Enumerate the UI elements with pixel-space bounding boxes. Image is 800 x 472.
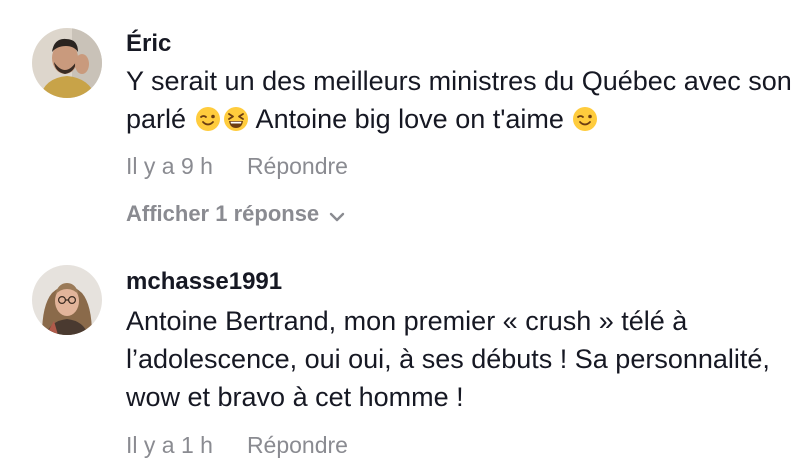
avatar[interactable] [32,28,102,98]
comment-text-part: Antoine big love on t'aime [249,104,572,134]
comment-item: mchasse1991 Antoine Bertrand, mon premie… [0,240,800,472]
comment-text: Antoine Bertrand, mon premier « crush » … [126,306,770,412]
view-replies-button[interactable]: Afficher 1 réponse [126,201,345,228]
comment-meta: Il y a 1 h Répondre [126,432,348,459]
winking-face-emoji [195,106,221,132]
reply-button[interactable]: Répondre [247,432,348,458]
chevron-down-icon [329,202,345,228]
comment-time: Il y a 1 h [126,432,213,458]
reply-button[interactable]: Répondre [247,153,348,179]
avatar[interactable] [32,265,102,335]
comment-item: Éric Y serait un des meilleurs ministres… [0,0,800,240]
view-replies-label: Afficher 1 réponse [126,201,320,226]
winking-face-emoji [572,106,598,132]
comment-text: Y serait un des meilleurs ministres du Q… [126,62,798,138]
comment-time: Il y a 9 h [126,153,213,179]
grinning-squinting-face-emoji [223,106,249,132]
comment-meta: Il y a 9 h Répondre [126,153,348,180]
comment-username[interactable]: Éric [126,30,171,58]
comment-username[interactable]: mchasse1991 [126,268,282,296]
